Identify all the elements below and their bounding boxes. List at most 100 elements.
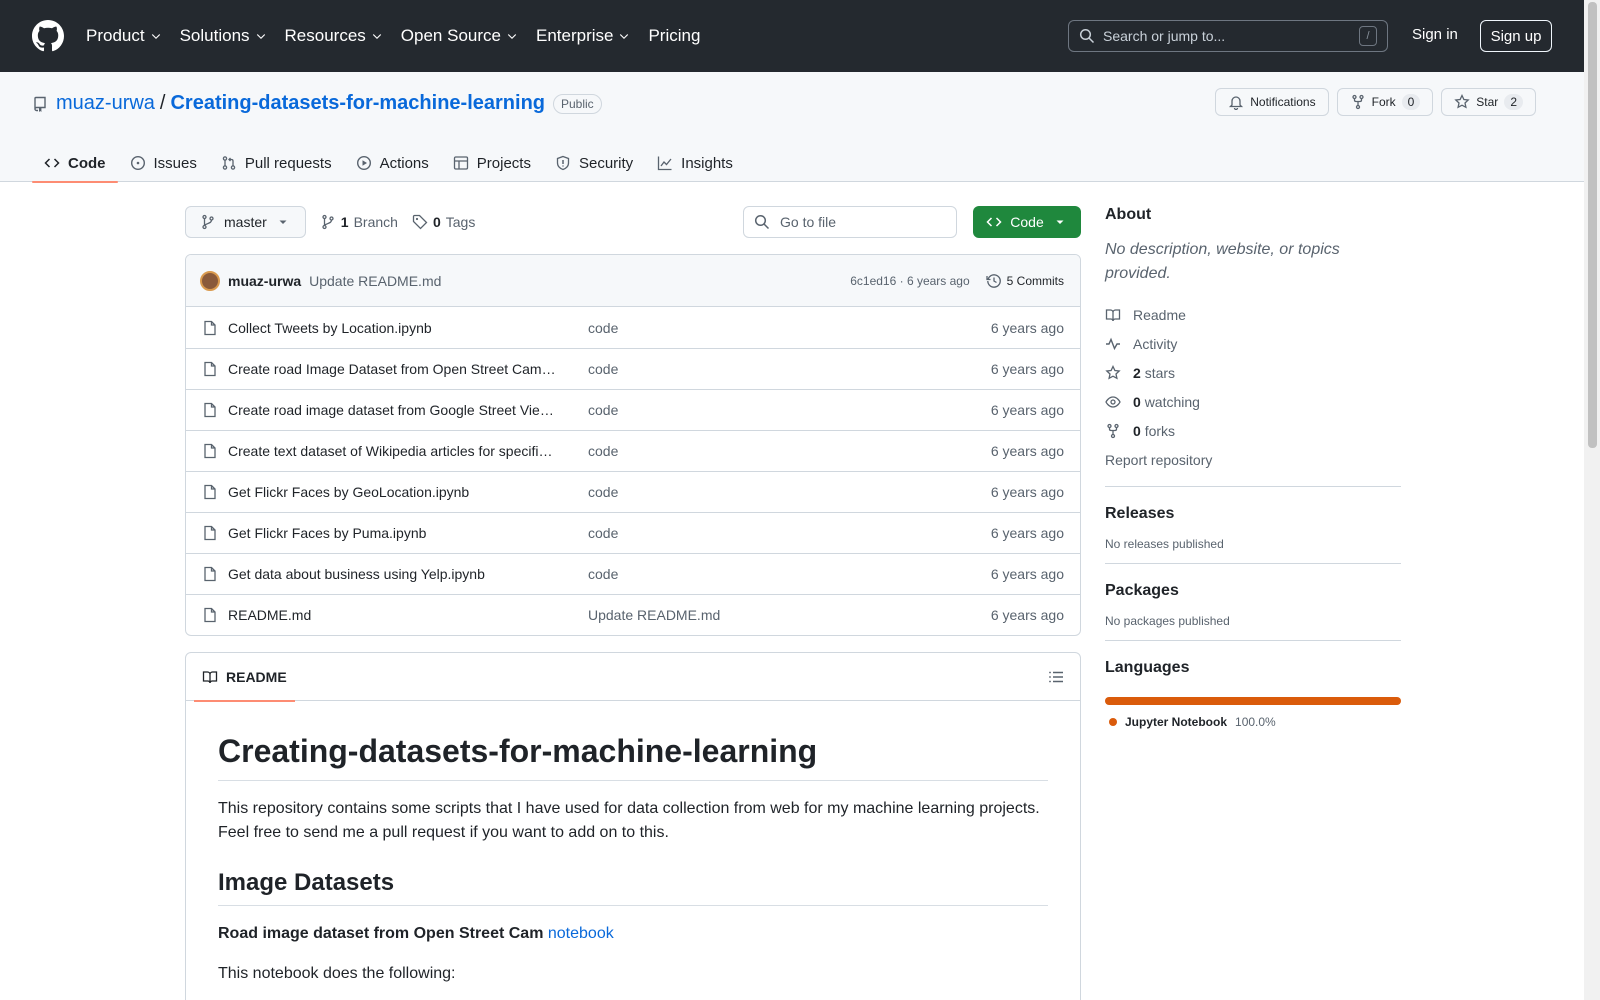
tab-issues[interactable]: Issues <box>118 144 209 182</box>
readme-link[interactable]: Readme <box>1105 300 1401 329</box>
tags-link[interactable]: 0 Tags <box>412 214 475 230</box>
nav-solutions[interactable]: Solutions <box>180 26 267 46</box>
branch-label: Branch <box>353 214 398 230</box>
notifications-button[interactable]: Notifications <box>1215 88 1329 116</box>
tab-pull-requests[interactable]: Pull requests <box>209 144 344 182</box>
stars-link[interactable]: 2 stars <box>1105 358 1401 387</box>
readme-tab[interactable]: README <box>194 653 295 702</box>
chevron-down-icon <box>256 34 265 40</box>
triangle-down-icon <box>1056 220 1064 224</box>
file-commit-link[interactable]: code <box>588 443 618 459</box>
watchers-link[interactable]: 0 watching <box>1105 387 1401 416</box>
tab-projects[interactable]: Projects <box>441 144 543 182</box>
scrollbar-thumb[interactable] <box>1588 2 1597 448</box>
file-row[interactable]: Create road Image Dataset from Open Stre… <box>186 348 1080 389</box>
branch-selector[interactable]: master <box>185 206 306 238</box>
tab-insights[interactable]: Insights <box>645 144 745 182</box>
sidebar: About No description, website, or topics… <box>1105 206 1401 729</box>
go-to-file-input[interactable]: Go to file <box>743 206 957 238</box>
file-row[interactable]: README.md Update README.md 6 years ago <box>186 594 1080 635</box>
file-age: 6 years ago <box>990 484 1064 500</box>
fork-icon <box>1351 94 1364 110</box>
commit-author-link[interactable]: muaz-urwa <box>228 273 301 289</box>
watching-count: 0 <box>1133 393 1141 410</box>
nav-solutions-label: Solutions <box>179 26 250 45</box>
file-row[interactable]: Collect Tweets by Location.ipynb code 6 … <box>186 307 1080 348</box>
nav-open-source[interactable]: Open Source <box>401 26 518 46</box>
code-icon <box>986 217 1002 227</box>
repo-actions: Notifications Fork 0 Star 2 <box>1215 88 1536 116</box>
file-name-link[interactable]: Get data about business using Yelp.ipynb <box>228 566 558 582</box>
file-age: 6 years ago <box>990 319 1064 336</box>
global-header: Product Solutions Resources Open Source … <box>0 0 1584 72</box>
file-row[interactable]: Get data about business using Yelp.ipynb… <box>186 553 1080 594</box>
sign-up-button[interactable]: Sign up <box>1480 20 1552 52</box>
tag-count: 0 <box>432 214 441 230</box>
file-name-link[interactable]: Get Flickr Faces by GeoLocation.ipynb <box>228 484 558 500</box>
activity-label: Activity <box>1133 335 1178 352</box>
repo-owner-link[interactable]: muaz-urwa <box>56 92 155 115</box>
triangle-down-icon <box>279 220 287 224</box>
nav-pricing[interactable]: Pricing <box>648 26 700 46</box>
pulse-icon <box>1106 337 1120 350</box>
history-icon <box>986 273 1001 288</box>
readme-panel: README Creating-datasets-for-machine-lea… <box>185 652 1081 1000</box>
file-row[interactable]: Create road image dataset from Google St… <box>186 389 1080 430</box>
file-row[interactable]: Create text dataset of Wikipedia article… <box>186 430 1080 471</box>
file-list: Collect Tweets by Location.ipynb code 6 … <box>186 307 1080 635</box>
code-dropdown-button[interactable]: Code <box>973 206 1081 238</box>
github-logo-icon[interactable] <box>32 20 64 52</box>
commit-message-link[interactable]: Update README.md <box>309 273 441 289</box>
file-name-link[interactable]: Create text dataset of Wikipedia article… <box>228 443 558 459</box>
file-name-link[interactable]: Create road Image Dataset from Open Stre… <box>228 361 558 377</box>
tab-code[interactable]: Code <box>32 144 118 183</box>
stars-label: stars <box>1144 364 1176 381</box>
language-percent: 100.0% <box>1235 715 1276 729</box>
file-commit-link[interactable]: code <box>588 320 618 336</box>
nav-enterprise[interactable]: Enterprise <box>536 26 630 46</box>
file-age: 6 years ago <box>990 525 1064 541</box>
tab-security[interactable]: Security <box>543 144 645 182</box>
avatar[interactable] <box>200 270 220 291</box>
packages-title[interactable]: Packages <box>1105 582 1401 600</box>
star-button[interactable]: Star 2 <box>1441 88 1536 116</box>
nav-resources[interactable]: Resources <box>285 26 383 46</box>
commit-hash-time[interactable]: 6c1ed16 · 6 years ago <box>850 274 969 288</box>
sign-in-link[interactable]: Sign in <box>1412 26 1458 43</box>
table-icon <box>453 156 468 170</box>
chevron-down-icon <box>620 34 629 40</box>
releases-title[interactable]: Releases <box>1105 505 1401 523</box>
languages-title: Languages <box>1105 659 1190 676</box>
list-icon[interactable] <box>1048 669 1064 685</box>
page-scrollbar[interactable] <box>1584 0 1600 1000</box>
search-input[interactable]: Search or jump to... / <box>1068 20 1388 52</box>
visibility-badge: Public <box>553 93 602 114</box>
language-item[interactable]: Jupyter Notebook 100.0% <box>1105 715 1401 729</box>
nav-open-source-label: Open Source <box>400 26 501 45</box>
tab-actions[interactable]: Actions <box>344 144 441 182</box>
file-commit-link[interactable]: code <box>588 361 618 377</box>
file-commit-link[interactable]: code <box>588 566 618 582</box>
forks-link[interactable]: 0 forks <box>1105 416 1401 445</box>
file-name-link[interactable]: README.md <box>228 607 558 623</box>
notebook-link[interactable]: notebook <box>548 925 614 942</box>
nav-product[interactable]: Product <box>86 26 162 46</box>
file-row[interactable]: Get Flickr Faces by Puma.ipynb code 6 ye… <box>186 512 1080 553</box>
file-name-link[interactable]: Collect Tweets by Location.ipynb <box>228 320 558 336</box>
file-commit-link[interactable]: code <box>588 525 618 541</box>
repo-name-link[interactable]: Creating-datasets-for-machine-learning <box>170 92 545 115</box>
branches-link[interactable]: 1 Branch <box>320 214 398 230</box>
file-commit-link[interactable]: code <box>588 484 618 500</box>
activity-link[interactable]: Activity <box>1105 329 1401 358</box>
file-commit-link[interactable]: Update README.md <box>588 607 720 623</box>
file-name-link[interactable]: Create road image dataset from Google St… <box>228 402 558 418</box>
file-commit-link[interactable]: code <box>588 402 618 418</box>
commits-history-link[interactable]: 5 Commits <box>986 273 1064 289</box>
watching-label: watching <box>1144 393 1200 410</box>
fork-button[interactable]: Fork 0 <box>1336 88 1434 116</box>
about-title: About <box>1105 206 1152 223</box>
file-row[interactable]: Get Flickr Faces by GeoLocation.ipynb co… <box>186 471 1080 512</box>
file-name-link[interactable]: Get Flickr Faces by Puma.ipynb <box>228 525 558 541</box>
branch-icon <box>202 214 214 230</box>
report-repository-link[interactable]: Report repository <box>1105 445 1401 474</box>
